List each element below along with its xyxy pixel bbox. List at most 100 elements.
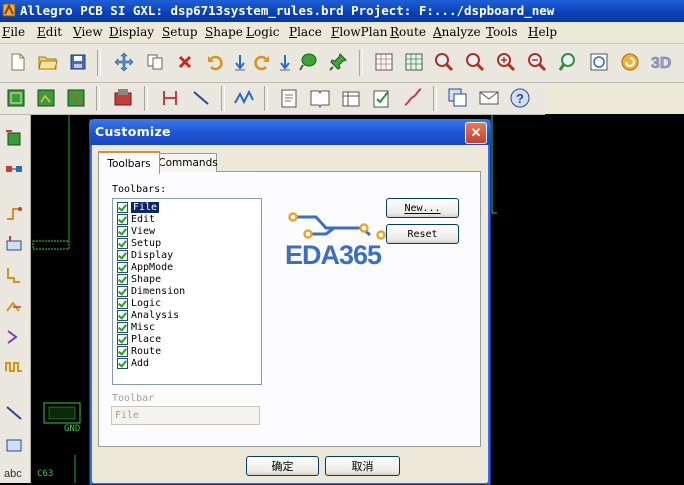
zoom-fit-icon[interactable]: [432, 50, 456, 74]
help-icon[interactable]: ?: [508, 86, 532, 110]
menu-route[interactable]: Route: [390, 25, 426, 39]
window-title-bar[interactable]: Allegro PCB SI GXL: dsp6713system_rules.…: [0, 0, 684, 22]
route-icon[interactable]: [2, 263, 26, 287]
toolbar-checkbox[interactable]: [117, 345, 128, 357]
list-item[interactable]: AppMode: [117, 261, 173, 273]
report3-icon[interactable]: [339, 86, 363, 110]
toolbar-checkbox[interactable]: [117, 249, 128, 261]
save-icon[interactable]: [66, 50, 90, 74]
open-folder-icon[interactable]: [36, 50, 60, 74]
tab-commands[interactable]: Commands: [158, 153, 218, 172]
list-item[interactable]: Edit: [117, 213, 155, 225]
menu-shape[interactable]: Shape: [205, 25, 243, 39]
undo-icon[interactable]: [203, 50, 227, 74]
connect-icon[interactable]: [2, 157, 26, 181]
menu-place[interactable]: Place: [289, 25, 322, 39]
arrow-down-icon[interactable]: [228, 50, 252, 74]
cancel-button[interactable]: 取消: [325, 456, 400, 476]
list-item[interactable]: View: [117, 225, 155, 237]
zoom-prev-icon[interactable]: [556, 50, 580, 74]
list-item[interactable]: Setup: [117, 237, 161, 249]
layer3-icon[interactable]: [64, 86, 88, 110]
left-toolbar: abc: [0, 115, 31, 483]
zoom-out-icon[interactable]: [494, 50, 518, 74]
report1-icon[interactable]: [277, 86, 301, 110]
dialog-close-button[interactable]: ✕: [465, 122, 487, 144]
report2-icon[interactable]: [308, 86, 332, 110]
menu-setup[interactable]: Setup: [162, 25, 198, 39]
toolbars-list[interactable]: File Edit View Setup Display AppMode Shape Dime…: [112, 198, 262, 385]
line-icon[interactable]: [189, 86, 213, 110]
spread-icon[interactable]: [2, 325, 26, 349]
list-item[interactable]: Route: [117, 345, 161, 357]
toolbar-checkbox[interactable]: [117, 225, 128, 237]
3d-icon[interactable]: 3D: [650, 50, 674, 74]
menu-logic[interactable]: Logic: [246, 25, 279, 39]
move-icon[interactable]: [112, 50, 136, 74]
menu-analyze[interactable]: Analyze: [433, 25, 481, 39]
toolbars-list-label: Toolbars:: [112, 184, 167, 195]
layer2-icon[interactable]: [34, 86, 58, 110]
list-item[interactable]: Place: [117, 333, 161, 345]
delete-icon[interactable]: [173, 50, 197, 74]
menu-file[interactable]: File: [2, 25, 25, 39]
fanout-icon[interactable]: [2, 231, 26, 255]
grid-icon[interactable]: [372, 50, 396, 74]
add-line-icon[interactable]: [2, 401, 26, 425]
menu-help[interactable]: Help: [528, 25, 557, 39]
drc-icon[interactable]: [111, 86, 135, 110]
toolbar-checkbox[interactable]: [117, 309, 128, 321]
refresh-icon[interactable]: [618, 50, 642, 74]
add-component-icon[interactable]: [2, 127, 26, 151]
arrow-down-icon[interactable]: [273, 50, 297, 74]
toolbar-checkbox[interactable]: [117, 297, 128, 309]
check-icon[interactable]: [370, 86, 394, 110]
menu-flowplan[interactable]: FlowPlan: [331, 25, 387, 39]
add-text-icon[interactable]: abc: [2, 461, 26, 485]
wave-icon[interactable]: [232, 86, 256, 110]
list-item[interactable]: File: [117, 200, 161, 214]
toolbar-checkbox[interactable]: [117, 201, 128, 213]
redo-icon[interactable]: [250, 50, 274, 74]
add-rect-icon[interactable]: [2, 433, 26, 457]
list-item[interactable]: Shape: [117, 273, 161, 285]
tune-icon[interactable]: [401, 86, 425, 110]
new-file-icon[interactable]: [6, 50, 30, 74]
toolbar-checkbox[interactable]: [117, 261, 128, 273]
list-item[interactable]: Misc: [117, 321, 155, 333]
dim-icon[interactable]: [158, 86, 182, 110]
new-toolbar-button[interactable]: New...: [386, 198, 459, 218]
toolbar-checkbox[interactable]: [117, 237, 128, 249]
slide-icon[interactable]: [2, 295, 26, 319]
add-via-icon[interactable]: [2, 201, 26, 225]
list-item[interactable]: Add: [117, 357, 149, 369]
menu-tools[interactable]: Tools: [486, 25, 518, 39]
zoom-world-icon[interactable]: [587, 50, 611, 74]
mail-icon[interactable]: [477, 86, 501, 110]
toolbar-checkbox[interactable]: [117, 333, 128, 345]
copy-window-icon[interactable]: [446, 86, 470, 110]
zoom-in-icon[interactable]: [463, 50, 487, 74]
tab-toolbars[interactable]: Toolbars: [98, 151, 160, 174]
toolbar-checkbox[interactable]: [117, 357, 128, 369]
toolbar-checkbox[interactable]: [117, 285, 128, 297]
copy-icon[interactable]: [143, 50, 167, 74]
toolbar-checkbox[interactable]: [117, 213, 128, 225]
menu-display[interactable]: Display: [109, 25, 154, 39]
shove-icon[interactable]: [296, 50, 320, 74]
zoom-window-icon[interactable]: [525, 50, 549, 74]
grid2-icon[interactable]: [402, 50, 426, 74]
list-item[interactable]: Analysis: [117, 309, 179, 321]
tune-trace-icon[interactable]: [2, 355, 26, 379]
reset-toolbar-button[interactable]: Reset: [386, 224, 459, 244]
list-item[interactable]: Logic: [117, 297, 161, 309]
ok-button[interactable]: 确定: [246, 456, 319, 476]
toolbar-checkbox[interactable]: [117, 273, 128, 285]
list-item[interactable]: Dimension: [117, 285, 185, 297]
menu-edit[interactable]: Edit: [37, 25, 62, 39]
list-item[interactable]: Display: [117, 249, 173, 261]
menu-view[interactable]: View: [73, 25, 103, 39]
layer1-icon[interactable]: [4, 86, 28, 110]
pin-icon[interactable]: [326, 50, 350, 74]
toolbar-checkbox[interactable]: [117, 321, 128, 333]
